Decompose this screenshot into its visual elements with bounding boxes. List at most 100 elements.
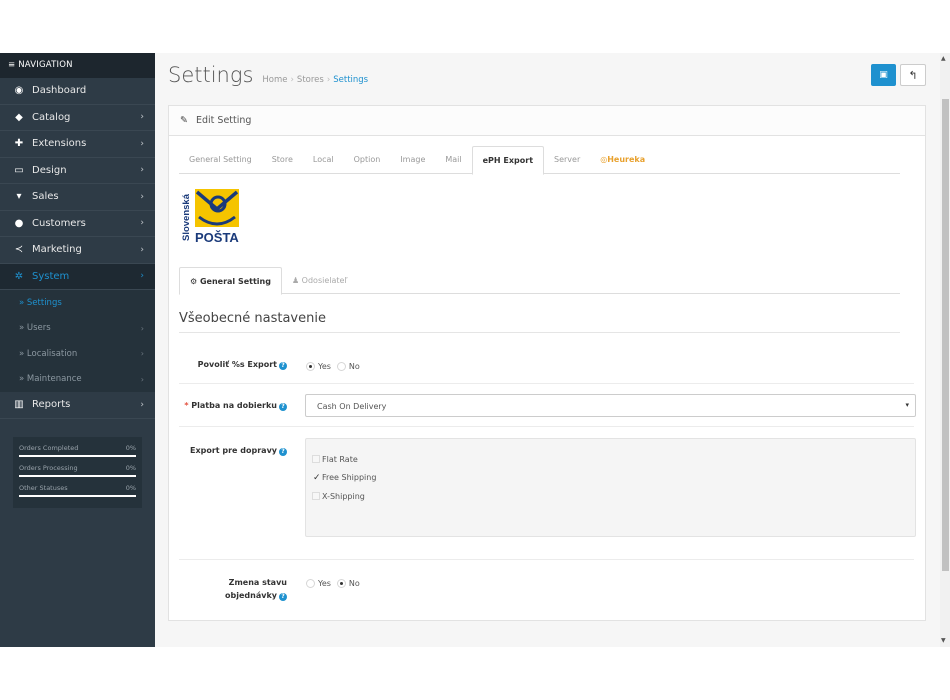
nav-header[interactable]: ≡ NAVIGATION xyxy=(0,53,155,78)
help-icon[interactable]: ? xyxy=(279,448,287,456)
tab-general-setting[interactable]: General Setting xyxy=(179,146,262,174)
sidebar-item-customers[interactable]: ● Customers › xyxy=(0,211,155,237)
scrollbar-thumb[interactable] xyxy=(942,99,949,571)
pencil-icon: ✎ xyxy=(180,115,188,126)
stat-progress-bar xyxy=(19,495,136,497)
checkbox[interactable] xyxy=(312,492,320,501)
nav-header-label: NAVIGATION xyxy=(18,60,73,70)
sidebar-subitem-maintenance[interactable]: » Maintenance › xyxy=(0,366,155,392)
sidebar-item-reports[interactable]: ▥ Reports › xyxy=(0,392,155,419)
cart-icon: ▾ xyxy=(16,191,22,203)
shipping-option-flat-rate[interactable]: Flat Rate xyxy=(312,450,909,469)
subtab-general-setting[interactable]: ⚙ General Setting xyxy=(179,267,282,295)
cod-select[interactable]: Cash On Delivery ▾ xyxy=(305,394,916,417)
breadcrumb-separator: › xyxy=(326,75,331,85)
floppy-icon: ▣ xyxy=(879,70,888,80)
bar-chart-icon: ▥ xyxy=(14,399,24,411)
sidebar-item-sales[interactable]: ▾ Sales › xyxy=(0,184,155,211)
scrollbar[interactable]: ▲ ▼ xyxy=(940,53,950,647)
logo-text-vertical: Slovenská xyxy=(181,193,192,241)
eph-subtabs: ⚙ General Setting ♟ Odosielateľ xyxy=(179,267,900,295)
breadcrumb-home[interactable]: Home xyxy=(262,75,287,85)
back-button[interactable]: ↰ xyxy=(900,64,926,86)
radio-yes[interactable] xyxy=(306,579,315,588)
sidebar-item-system[interactable]: ✲ System › xyxy=(0,263,155,290)
subtab-label: Odosielateľ xyxy=(301,276,348,285)
stat-label: Other Statuses xyxy=(19,484,68,492)
chevron-down-icon: ▾ xyxy=(905,401,909,409)
shipping-option-free-shipping[interactable]: ✓ Free Shipping xyxy=(312,469,909,488)
puzzle-icon: ✚ xyxy=(14,138,24,150)
checkbox-label: Free Shipping xyxy=(322,473,377,483)
sidebar-item-dashboard[interactable]: ◉ Dashboard xyxy=(0,78,155,105)
sidebar-item-marketing[interactable]: ≺ Marketing › xyxy=(0,237,155,264)
shipping-label: Export pre dopravy? xyxy=(179,446,287,456)
tab-local[interactable]: Local xyxy=(303,146,344,174)
tab-option[interactable]: Option xyxy=(344,146,391,174)
scroll-down-arrow-icon[interactable]: ▼ xyxy=(941,637,946,644)
page-title: Settings xyxy=(168,63,254,87)
chevron-right-icon: › xyxy=(140,271,144,282)
shipping-option-x-shipping[interactable]: X-Shipping xyxy=(312,487,909,506)
required-mark: * xyxy=(184,401,189,410)
breadcrumb-stores[interactable]: Stores xyxy=(297,75,324,85)
slovenska-posta-logo: Slovenská POŠTA xyxy=(181,189,239,243)
chevron-right-icon: › xyxy=(140,399,144,410)
shipping-label-text: Export pre dopravy xyxy=(189,446,277,455)
sidebar-item-label: System xyxy=(32,270,70,282)
subtab-label: General Setting xyxy=(199,277,271,286)
help-icon[interactable]: ? xyxy=(279,362,287,370)
sidebar-item-label: Design xyxy=(32,164,67,176)
radio-no[interactable] xyxy=(336,362,346,371)
chevron-right-icon: › xyxy=(140,191,144,202)
enable-export-no[interactable]: No xyxy=(336,362,360,371)
checkbox[interactable] xyxy=(312,455,320,464)
form-divider xyxy=(179,559,914,560)
form-divider xyxy=(179,426,914,427)
help-icon[interactable]: ? xyxy=(279,593,287,601)
tab-server[interactable]: Server xyxy=(544,146,590,174)
shipping-checkbox-well: Flat Rate ✓ Free Shipping X-Shipping xyxy=(305,438,916,537)
sidebar-item-label: Marketing xyxy=(32,244,82,256)
help-icon[interactable]: ? xyxy=(279,403,287,411)
status-change-no[interactable]: No xyxy=(336,579,360,588)
main-content: Settings Home › Stores › Settings ▣ ↰ ✎ Edit… xyxy=(155,53,940,647)
subtab-sender[interactable]: ♟ Odosielateľ xyxy=(282,267,357,294)
sidebar-subitem-localisation[interactable]: » Localisation › xyxy=(0,341,155,367)
logo-text: POŠTA xyxy=(195,230,239,243)
enable-export-label: Povoliť %s Export? xyxy=(179,360,287,370)
chevron-right-icon: › xyxy=(140,138,144,149)
status-change-yes[interactable]: Yes xyxy=(306,579,331,588)
breadcrumb-settings[interactable]: Settings xyxy=(333,75,368,85)
user-icon: ● xyxy=(14,217,24,229)
sidebar-subitem-settings[interactable]: » Settings xyxy=(0,290,155,316)
tab-heureka[interactable]: ◎Heureka xyxy=(590,146,655,174)
scroll-up-arrow-icon[interactable]: ▲ xyxy=(941,55,946,62)
cod-label-text: Platba na dobierku xyxy=(191,401,277,410)
chevron-right-icon: › xyxy=(140,218,144,229)
enable-export-yes[interactable]: Yes xyxy=(306,362,331,371)
sidebar-item-catalog[interactable]: ◆ Catalog › xyxy=(0,105,155,131)
checkbox-checked[interactable]: ✓ xyxy=(312,473,321,482)
sidebar-item-extensions[interactable]: ✚ Extensions › xyxy=(0,131,155,158)
sidebar-subitem-users[interactable]: » Users › xyxy=(0,315,155,341)
chevron-right-icon: › xyxy=(140,374,144,384)
stat-row: Orders Completed 0% xyxy=(19,441,136,455)
tab-eph-export[interactable]: ePH Export xyxy=(471,146,545,175)
enable-export-label-text: Povoliť %s Export xyxy=(197,360,277,369)
tab-mail[interactable]: Mail xyxy=(435,146,471,174)
checkbox-label: X-Shipping xyxy=(322,491,365,501)
panel-heading: ✎ Edit Setting xyxy=(169,106,925,136)
radio-yes[interactable] xyxy=(306,362,315,371)
checkbox-label: Flat Rate xyxy=(322,454,358,464)
save-button[interactable]: ▣ xyxy=(871,64,896,86)
tab-store[interactable]: Store xyxy=(262,146,303,174)
cod-label: * Platba na dobierku? xyxy=(179,401,287,411)
tab-image[interactable]: Image xyxy=(390,146,435,174)
radio-no[interactable] xyxy=(336,579,346,588)
tab-heureka-label: Heureka xyxy=(607,155,646,164)
panel-title: Edit Setting xyxy=(196,115,252,126)
enable-export-radio-group: Yes No xyxy=(306,362,366,371)
page-header: Settings Home › Stores › Settings xyxy=(168,63,368,87)
sidebar-item-design[interactable]: ▭ Design › xyxy=(0,158,155,184)
